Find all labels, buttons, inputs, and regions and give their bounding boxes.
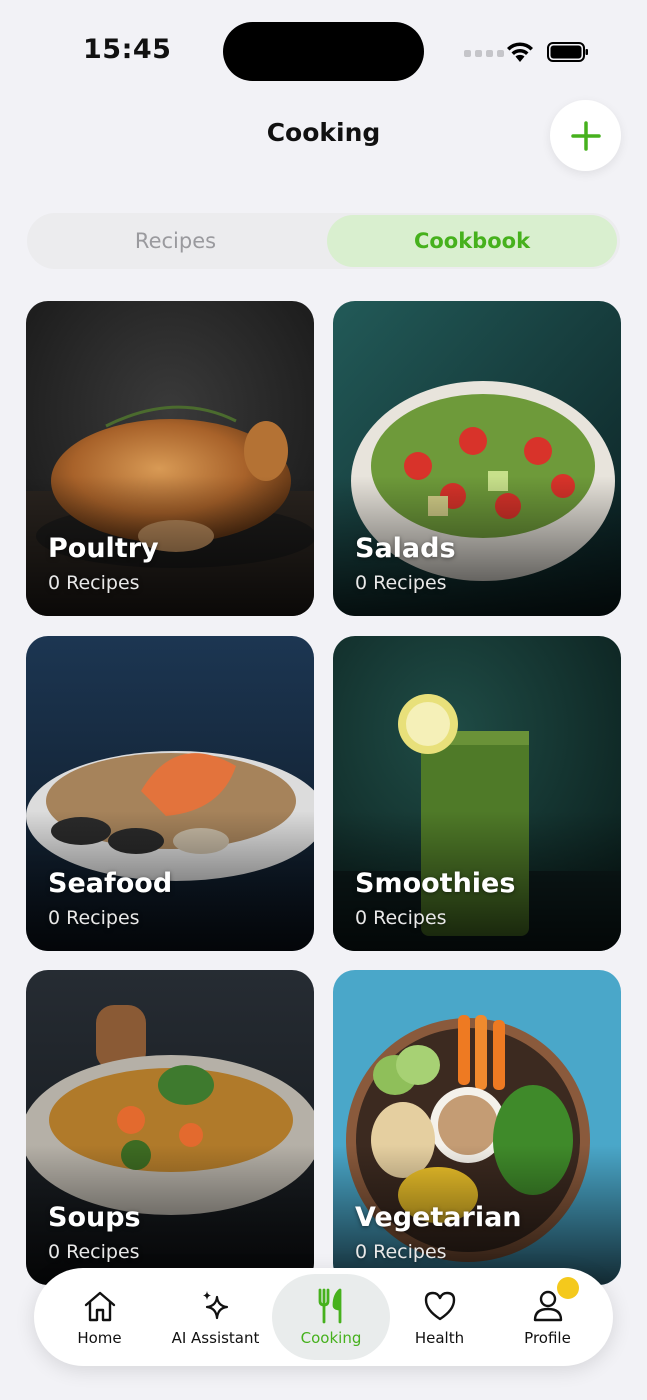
status-time: 15:45 bbox=[83, 34, 172, 65]
category-count: 0 Recipes bbox=[48, 1241, 140, 1263]
nav-item-cooking[interactable]: Cooking bbox=[272, 1274, 390, 1360]
category-title: Seafood bbox=[48, 868, 173, 899]
category-card-vegetarian[interactable]: Vegetarian 0 Recipes bbox=[333, 970, 621, 1285]
nav-label: Health bbox=[414, 1329, 465, 1347]
utensils-icon bbox=[318, 1288, 342, 1324]
category-count: 0 Recipes bbox=[355, 1241, 447, 1263]
category-count: 0 Recipes bbox=[48, 572, 140, 594]
wifi-icon bbox=[507, 42, 533, 62]
nav-label: Home bbox=[77, 1329, 122, 1347]
category-card-salads[interactable]: Salads 0 Recipes bbox=[333, 301, 621, 616]
nav-label: Cooking bbox=[300, 1329, 362, 1347]
nav-item-home[interactable]: Home bbox=[52, 1268, 147, 1366]
nav-item-ai-assistant[interactable]: AI Assistant bbox=[164, 1268, 267, 1366]
category-card-smoothies[interactable]: Smoothies 0 Recipes bbox=[333, 636, 621, 951]
sparkle-icon bbox=[202, 1291, 228, 1320]
category-title: Vegetarian bbox=[355, 1202, 522, 1233]
bottom-nav: Home AI Assistant Cooking Health Profile bbox=[34, 1268, 613, 1366]
status-bar: 15:45 bbox=[0, 0, 647, 90]
category-count: 0 Recipes bbox=[355, 572, 447, 594]
heart-icon bbox=[424, 1291, 455, 1321]
plus-icon bbox=[570, 120, 601, 151]
category-card-seafood[interactable]: Seafood 0 Recipes bbox=[26, 636, 314, 951]
category-title: Smoothies bbox=[355, 868, 516, 899]
nav-item-health[interactable]: Health bbox=[392, 1268, 487, 1366]
category-card-soups[interactable]: Soups 0 Recipes bbox=[26, 970, 314, 1285]
category-title: Salads bbox=[355, 533, 456, 564]
notification-badge bbox=[557, 1277, 579, 1299]
nav-item-profile[interactable]: Profile bbox=[500, 1268, 595, 1366]
battery-icon bbox=[547, 42, 588, 62]
category-card-poultry[interactable]: Poultry 0 Recipes bbox=[26, 301, 314, 616]
segmented-control: Recipes Cookbook bbox=[27, 213, 620, 269]
dynamic-island bbox=[223, 22, 424, 81]
tab-cookbook[interactable]: Cookbook bbox=[327, 215, 617, 267]
category-title: Poultry bbox=[48, 533, 159, 564]
category-count: 0 Recipes bbox=[355, 907, 447, 929]
tab-recipes[interactable]: Recipes bbox=[27, 213, 324, 269]
category-count: 0 Recipes bbox=[48, 907, 140, 929]
add-button[interactable] bbox=[550, 100, 621, 171]
home-icon bbox=[84, 1291, 115, 1322]
nav-label: AI Assistant bbox=[171, 1329, 260, 1347]
cellular-signal-icon bbox=[464, 50, 504, 57]
nav-label: Profile bbox=[524, 1329, 571, 1347]
category-title: Soups bbox=[48, 1202, 141, 1233]
